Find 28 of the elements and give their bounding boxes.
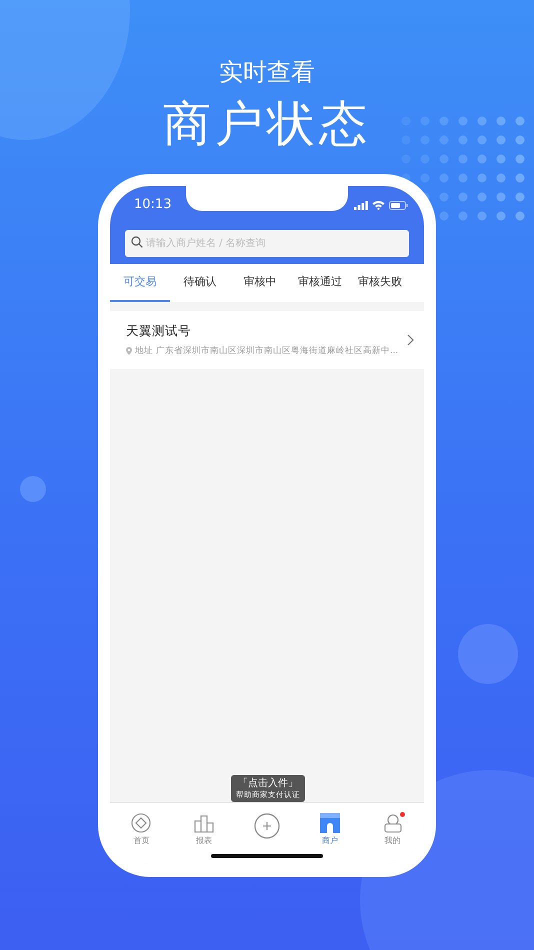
tooltip-title: 「点击入件」 bbox=[237, 778, 299, 790]
nav-tab[interactable]: 报表 bbox=[172, 803, 236, 864]
location-pin-icon bbox=[126, 347, 132, 356]
filter-tab[interactable]: 待确认 bbox=[170, 264, 230, 302]
address-text: 广东省深圳市南山区深圳市南山区粤海街道麻岭社区高新中... bbox=[156, 345, 398, 358]
filter-tab[interactable]: 审核通过 bbox=[290, 264, 350, 302]
signal-icon bbox=[354, 200, 368, 210]
headline-title: 商户状态 bbox=[163, 95, 371, 154]
search-field[interactable]: 请输入商户姓名 / 名称查询 bbox=[125, 230, 409, 257]
plus-circle-icon bbox=[254, 813, 280, 839]
address-label: 地址 bbox=[135, 345, 153, 358]
merchant-list-item[interactable]: 天翼测试号 地址 广东省深圳市南山区深圳市南山区粤海街道麻岭社区高新中... bbox=[110, 311, 424, 369]
merchant-name: 天翼测试号 bbox=[126, 322, 192, 340]
chevron-right-icon bbox=[407, 334, 414, 346]
battery-icon bbox=[389, 200, 408, 210]
filter-tab[interactable]: 可交易 bbox=[110, 264, 170, 302]
filter-tab[interactable]: 审核中 bbox=[230, 264, 290, 302]
headline-subtitle: 实时查看 bbox=[219, 57, 315, 88]
background-circle bbox=[20, 476, 46, 502]
nav-tab[interactable]: 我的 bbox=[361, 803, 424, 864]
status-time: 10:13 bbox=[134, 196, 172, 214]
wifi-icon bbox=[372, 200, 385, 210]
diamond-circle-icon bbox=[131, 813, 152, 833]
nav-tab[interactable]: 首页 bbox=[110, 803, 173, 864]
shop-icon bbox=[320, 813, 340, 833]
filter-tab[interactable]: 审核失败 bbox=[350, 264, 410, 302]
user-icon bbox=[382, 813, 403, 833]
podium-icon bbox=[194, 813, 214, 833]
